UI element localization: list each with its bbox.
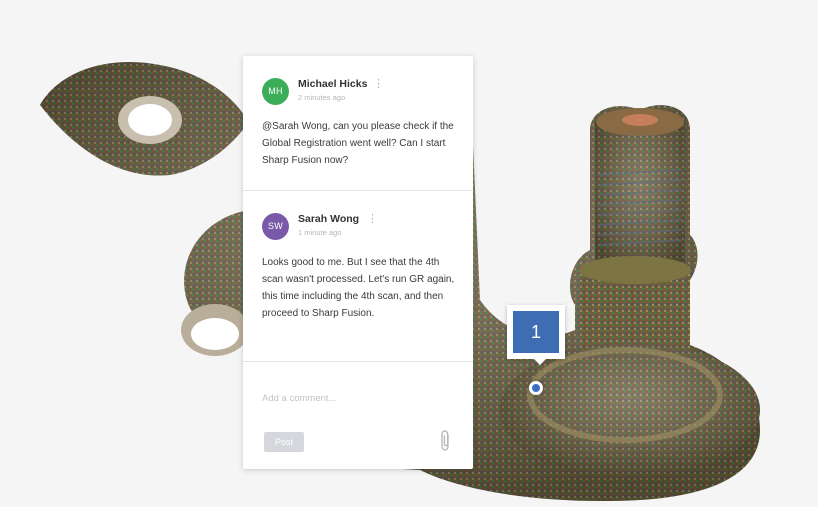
paperclip-icon[interactable] [439, 429, 453, 453]
comment-text: @Sarah Wong, can you please check if the… [262, 121, 454, 166]
annotation-pin[interactable] [529, 381, 543, 395]
post-button[interactable]: Post [264, 432, 304, 452]
comment-item: SW Sarah Wong ⋮ 1 minute ago Looks good … [243, 191, 473, 362]
comment-author[interactable]: Michael Hicks [298, 78, 367, 90]
more-vertical-icon[interactable]: ⋮ [367, 212, 378, 225]
comment-author[interactable]: Sarah Wong [298, 213, 359, 225]
avatar[interactable]: MH [262, 78, 289, 105]
more-vertical-icon[interactable]: ⋮ [373, 77, 384, 90]
comment-item: MH Michael Hicks ⋮ 2 minutes ago @Sarah … [243, 56, 473, 191]
comments-panel: MH Michael Hicks ⋮ 2 minutes ago @Sarah … [243, 56, 473, 469]
comment-input[interactable] [262, 390, 452, 406]
comment-text: Looks good to me. But I see that the 4th… [262, 257, 455, 319]
marker-pointer [532, 357, 548, 365]
avatar[interactable]: SW [262, 213, 289, 240]
annotation-number[interactable]: 1 [513, 311, 559, 353]
comment-timestamp: 1 minute ago [298, 228, 342, 237]
comment-timestamp: 2 minutes ago [298, 93, 346, 102]
comment-composer: Post [243, 362, 473, 469]
